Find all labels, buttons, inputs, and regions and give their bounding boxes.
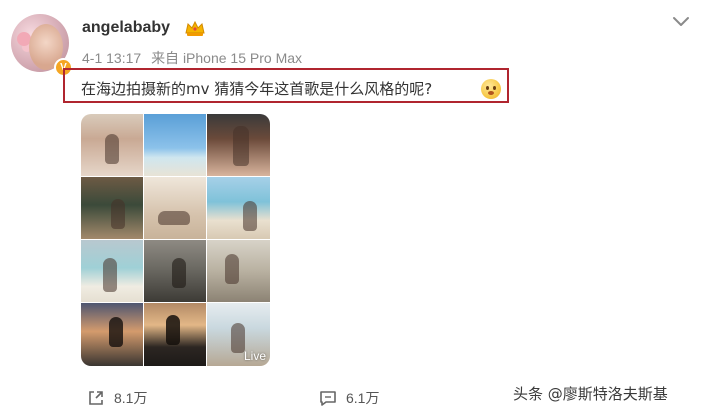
photo-figure xyxy=(111,199,125,229)
watermark: 头条 @廖斯特洛夫斯基 xyxy=(513,385,668,403)
photo-grid: Live xyxy=(81,114,270,366)
photo-figure xyxy=(225,254,239,284)
photo-9[interactable] xyxy=(207,240,270,303)
chevron-down-icon[interactable] xyxy=(671,14,691,30)
share-icon xyxy=(89,391,103,405)
post-date[interactable]: 4-1 13:17 xyxy=(82,50,141,66)
thinking-face-icon xyxy=(481,79,501,99)
post-source: 来自 iPhone 15 Pro Max xyxy=(151,50,303,66)
photo-8[interactable] xyxy=(144,240,207,303)
photo-figure xyxy=(233,126,249,166)
photo-7[interactable] xyxy=(81,240,144,303)
photo-6[interactable] xyxy=(207,177,270,240)
comment-icon xyxy=(320,391,336,406)
photo-figure xyxy=(172,258,186,288)
photo-figure xyxy=(109,317,123,347)
photo-5[interactable] xyxy=(144,177,207,240)
live-badge: Live xyxy=(243,349,266,363)
photo-11[interactable] xyxy=(144,303,207,366)
crown-icon xyxy=(185,20,205,36)
photo-2[interactable] xyxy=(144,114,207,177)
photo-figure xyxy=(103,258,117,292)
share-button[interactable]: 8.1万 xyxy=(87,388,147,408)
photo-figure xyxy=(243,201,257,231)
share-count: 8.1万 xyxy=(114,390,148,406)
photo-10[interactable] xyxy=(81,303,144,366)
photo-4[interactable] xyxy=(81,177,144,240)
photo-12[interactable]: Live xyxy=(207,303,270,366)
username[interactable]: angelababy xyxy=(82,19,170,37)
photo-figure xyxy=(166,315,180,345)
photo-figure xyxy=(105,134,119,164)
comment-count: 6.1万 xyxy=(346,390,380,406)
post-meta: 4-1 13:17 来自 iPhone 15 Pro Max xyxy=(82,48,308,68)
post-caption: 在海边拍摄新的mv 猜猜今年这首歌是什么风格的呢? xyxy=(81,80,433,98)
comment-button[interactable]: 6.1万 xyxy=(319,388,379,408)
photo-3[interactable] xyxy=(207,114,270,177)
photo-figure xyxy=(231,323,245,353)
photo-figure xyxy=(158,211,190,225)
photo-1[interactable] xyxy=(81,114,144,177)
